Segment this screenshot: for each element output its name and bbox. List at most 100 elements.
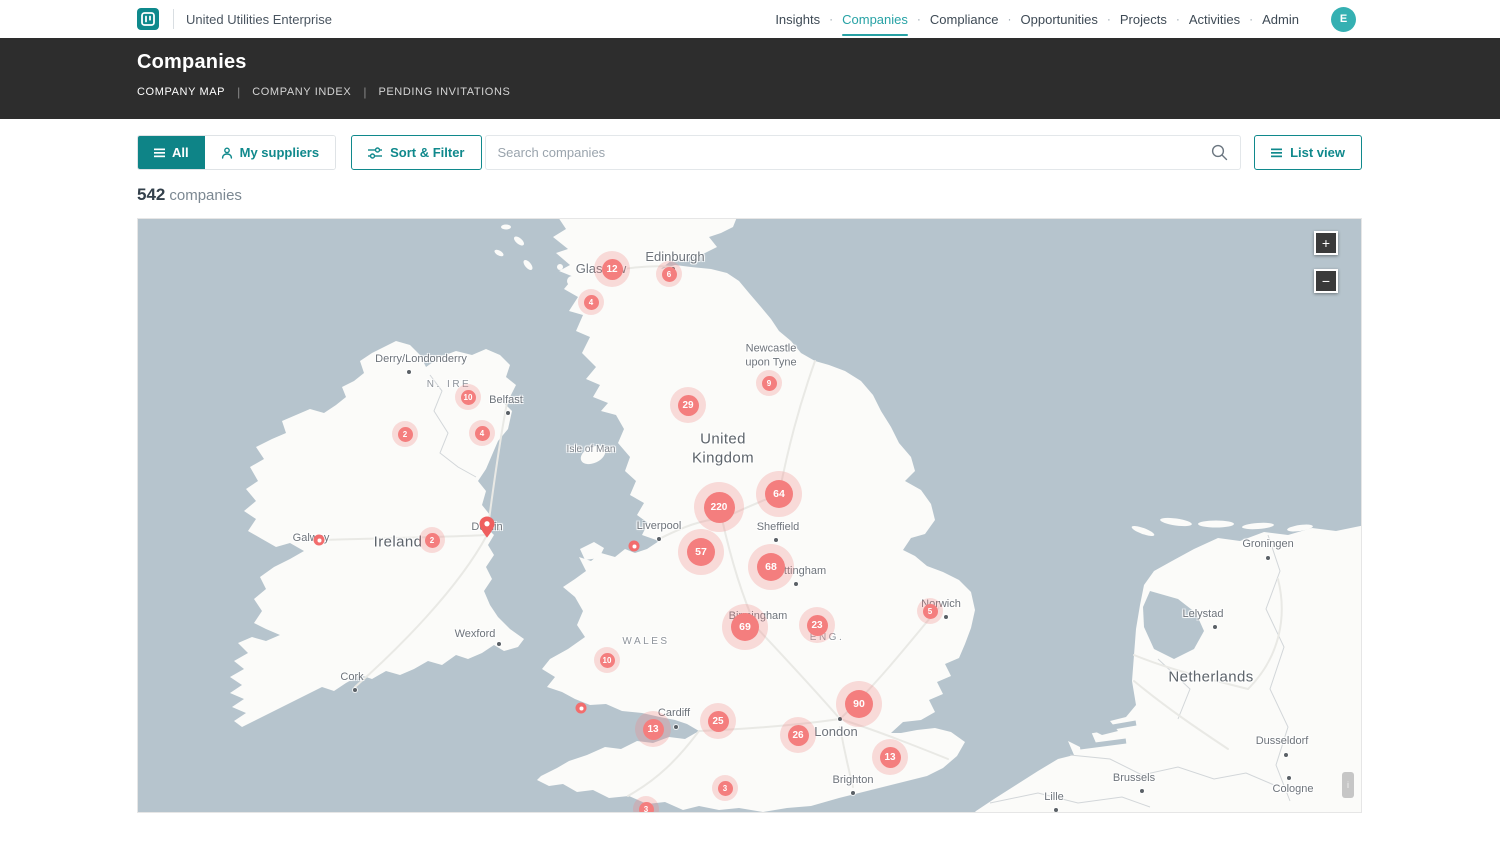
search-input[interactable] <box>498 145 1212 160</box>
zoom-in-button[interactable]: + <box>1314 231 1338 255</box>
top-nav: United Utilities Enterprise Insights · C… <box>0 0 1500 38</box>
cluster-count: 57 <box>687 538 715 566</box>
cluster-count: 13 <box>643 719 664 740</box>
sliders-icon <box>368 147 382 159</box>
map-cluster-5[interactable]: 5 <box>917 598 943 624</box>
zoom-out-button[interactable]: − <box>1314 269 1338 293</box>
nav-separator: · <box>1107 12 1111 26</box>
search-icon[interactable] <box>1211 144 1228 161</box>
marker-core <box>632 544 636 548</box>
tab-pending-invitations[interactable]: PENDING INVITATIONS <box>378 86 510 98</box>
list-view-button[interactable]: List view <box>1254 135 1362 170</box>
cluster-count: 4 <box>584 295 599 310</box>
map-cluster-57[interactable]: 57 <box>678 529 724 575</box>
nav-divider <box>173 9 174 29</box>
map-cluster-6[interactable]: 6 <box>656 261 682 287</box>
cluster-count: 2 <box>425 533 440 548</box>
cluster-count: 25 <box>708 711 729 732</box>
map-attribution-button[interactable]: i <box>1342 772 1354 798</box>
nav-item-opportunities[interactable]: Opportunities <box>1021 10 1098 29</box>
results-count-label: companies <box>169 187 242 204</box>
map-cluster-25[interactable]: 25 <box>700 703 736 739</box>
list-view-icon <box>1271 148 1282 158</box>
cluster-count: 12 <box>602 259 623 280</box>
app-title: United Utilities Enterprise <box>186 12 332 27</box>
coast-marker-south[interactable] <box>576 703 587 714</box>
map-cluster-3[interactable]: 3 <box>712 775 738 801</box>
cluster-count: 64 <box>765 480 793 508</box>
cluster-count: 68 <box>757 553 785 581</box>
nav-separator: · <box>1176 12 1180 26</box>
marker-core <box>317 538 321 542</box>
map-cluster-220[interactable]: 220 <box>694 482 744 532</box>
map-cluster-12[interactable]: 12 <box>594 251 630 287</box>
sort-filter-button[interactable]: Sort & Filter <box>351 135 481 170</box>
map-cluster-9[interactable]: 9 <box>756 370 782 396</box>
segment-my-suppliers-button[interactable]: My suppliers <box>205 136 335 169</box>
marker-core <box>579 706 583 710</box>
nav-item-projects[interactable]: Projects <box>1120 10 1167 29</box>
nav-separator: · <box>1249 12 1253 26</box>
page: United Utilities Enterprise Insights · C… <box>0 0 1500 841</box>
map-cluster-90[interactable]: 90 <box>836 681 882 727</box>
toolbar: All My suppliers Sort & Filter <box>137 135 1362 170</box>
map-cluster-68[interactable]: 68 <box>748 544 794 590</box>
nav-item-admin[interactable]: Admin <box>1262 10 1299 29</box>
map-cluster-4[interactable]: 4 <box>469 420 495 446</box>
nav-item-compliance[interactable]: Compliance <box>930 10 999 29</box>
map-cluster-23[interactable]: 23 <box>799 607 835 643</box>
cluster-count: 6 <box>662 267 677 282</box>
nav-separator: · <box>829 12 833 26</box>
cluster-count: 10 <box>600 653 615 668</box>
map-cluster-64[interactable]: 64 <box>756 471 802 517</box>
segment-my-suppliers-label: My suppliers <box>240 145 319 160</box>
coast-marker-west[interactable] <box>629 541 640 552</box>
map-cluster-26[interactable]: 26 <box>780 717 816 753</box>
dublin-pin[interactable] <box>480 517 495 543</box>
user-avatar[interactable]: E <box>1331 7 1356 32</box>
cluster-count: 10 <box>461 390 476 405</box>
logo-glyph-icon <box>141 12 155 26</box>
tab-separator: | <box>363 85 366 99</box>
segment-all-button[interactable]: All <box>138 136 205 169</box>
map-cluster-29[interactable]: 29 <box>670 387 706 423</box>
list-view-label: List view <box>1290 145 1345 160</box>
map-geography <box>138 219 1362 813</box>
map-cluster-2[interactable]: 2 <box>419 527 445 553</box>
search-box <box>485 135 1242 170</box>
map-cluster-4[interactable]: 4 <box>578 289 604 315</box>
app-logo-icon[interactable] <box>137 8 159 30</box>
map-cluster-69[interactable]: 69 <box>722 604 768 650</box>
nav-separator: · <box>1008 12 1012 26</box>
map-cluster-10[interactable]: 10 <box>455 384 481 410</box>
cluster-count: 3 <box>639 802 654 814</box>
nav-item-companies[interactable]: Companies <box>842 10 908 29</box>
header-tabs: COMPANY MAP | COMPANY INDEX | PENDING IN… <box>137 85 1500 99</box>
nav-item-insights[interactable]: Insights <box>775 10 820 29</box>
galway-marker[interactable] <box>314 535 325 546</box>
company-map[interactable]: GlasgowEdinburghNewcastle upon TyneDerry… <box>137 218 1362 813</box>
person-icon <box>221 147 233 159</box>
cluster-count: 69 <box>731 613 759 641</box>
segment-all-label: All <box>172 145 189 160</box>
nav-item-activities[interactable]: Activities <box>1189 10 1240 29</box>
map-cluster-10[interactable]: 10 <box>594 647 620 673</box>
results-count-row: 542companies <box>137 185 1500 205</box>
map-cluster-13[interactable]: 13 <box>635 711 671 747</box>
map-cluster-2[interactable]: 2 <box>392 421 418 447</box>
page-title: Companies <box>137 51 1500 74</box>
cluster-count: 29 <box>678 395 699 416</box>
cluster-count: 13 <box>880 747 901 768</box>
list-icon <box>154 148 165 158</box>
cluster-count: 5 <box>923 604 938 619</box>
top-nav-links: Insights · Companies · Compliance · Oppo… <box>775 7 1356 32</box>
sort-filter-label: Sort & Filter <box>390 145 464 160</box>
tab-company-map[interactable]: COMPANY MAP <box>137 86 225 98</box>
tab-company-index[interactable]: COMPANY INDEX <box>252 86 351 98</box>
filter-segmented-control: All My suppliers <box>137 135 336 170</box>
map-pin-icon <box>480 517 495 538</box>
results-count: 542 <box>137 185 165 204</box>
map-cluster-13[interactable]: 13 <box>872 739 908 775</box>
cluster-count: 9 <box>762 376 777 391</box>
cluster-count: 220 <box>704 492 735 523</box>
